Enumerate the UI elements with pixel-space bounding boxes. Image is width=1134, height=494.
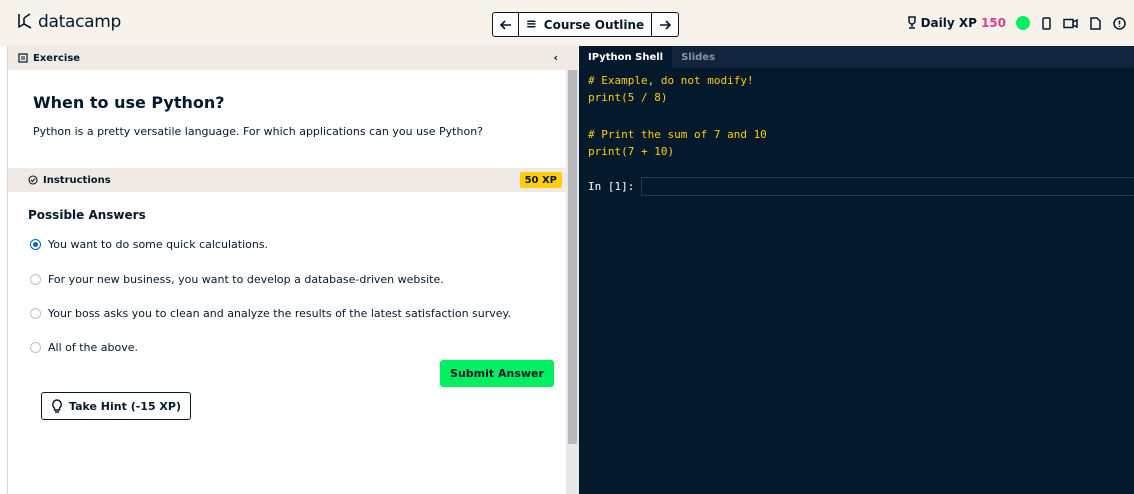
submit-answer-button[interactable]: Submit Answer [440, 360, 554, 387]
check-circle-icon [28, 175, 38, 185]
answer-text: Your boss asks you to clean and analyze … [48, 307, 511, 320]
course-navigation: ≡ Course Outline [492, 12, 679, 37]
code-line: # Print the sum of 7 and 10 [588, 128, 767, 141]
daily-xp-value: 150 [980, 16, 1006, 30]
trophy-icon [907, 16, 916, 29]
datacamp-logo[interactable]: datacamp [16, 12, 121, 32]
answer-option[interactable]: Your boss asks you to clean and analyze … [30, 307, 511, 320]
header-tools: Daily XP 150 [906, 12, 1126, 34]
exercise-description: Python is a pretty versatile language. F… [33, 125, 484, 138]
collapse-panel-icon[interactable]: ‹ [553, 51, 558, 64]
exercise-panel: Exercise ‹ When to use Python? Python is… [7, 46, 579, 494]
answer-text: You want to do some quick calculations. [48, 238, 269, 251]
radio-icon[interactable] [30, 308, 41, 319]
menu-icon: ≡ [525, 17, 537, 32]
slides-button[interactable] [1090, 16, 1101, 30]
xp-badge: 50 XP [519, 172, 562, 188]
answer-option[interactable]: You want to do some quick calculations. [30, 238, 268, 251]
next-exercise-button[interactable] [652, 12, 679, 37]
info-icon [1113, 16, 1126, 30]
video-icon [1063, 18, 1078, 28]
shell-prompt-label: In [1]: [588, 180, 635, 193]
exercise-content: When to use Python? Python is a pretty v… [8, 93, 578, 138]
shell-input[interactable] [641, 177, 1134, 196]
code-line: print(5 / 8) [588, 91, 668, 104]
datacamp-logo-icon [18, 13, 32, 29]
logo-text: datacamp [38, 12, 122, 32]
mobile-icon [1042, 16, 1051, 30]
exercise-label: Exercise [33, 52, 81, 64]
slides-icon [1090, 16, 1101, 30]
instructions-header: Instructions 50 XP [8, 168, 566, 192]
scrollbar-thumb[interactable] [568, 70, 577, 444]
tab-ipython-shell[interactable]: IPython Shell [579, 46, 673, 68]
exercise-icon [18, 53, 28, 63]
possible-answers-title: Possible Answers [28, 208, 146, 222]
code-line: # Example, do not modify! [588, 74, 754, 87]
course-outline-button[interactable]: ≡ Course Outline [519, 12, 652, 37]
previous-exercise-button[interactable] [492, 12, 519, 37]
answer-option[interactable]: For your new business, you want to devel… [30, 273, 444, 286]
arrow-right-icon [660, 19, 671, 30]
answer-option[interactable]: All of the above. [30, 341, 138, 354]
answer-text: All of the above. [48, 341, 139, 354]
mobile-button[interactable] [1042, 16, 1051, 30]
tab-slides[interactable]: Slides [672, 46, 724, 68]
answer-text: For your new business, you want to devel… [48, 273, 444, 286]
panel-scrollbar[interactable] [566, 70, 579, 494]
top-bar: datacamp ≡ Course Outline Daily XP 150 [0, 0, 1134, 46]
course-outline-label: Course Outline [543, 17, 645, 32]
status-indicator [1016, 16, 1030, 30]
shell-tabs: IPython Shell Slides [579, 46, 1134, 68]
daily-xp-label: Daily XP [920, 16, 977, 30]
video-button[interactable] [1063, 18, 1078, 29]
lightbulb-icon [52, 399, 62, 413]
exercise-title: When to use Python? [33, 93, 225, 112]
exercise-header: Exercise ‹ [8, 46, 578, 70]
info-button[interactable] [1113, 16, 1126, 30]
arrow-left-icon [499, 19, 511, 30]
take-hint-button[interactable]: Take Hint (-15 XP) [41, 392, 191, 420]
instructions-label: Instructions [43, 174, 111, 186]
radio-icon[interactable] [30, 274, 41, 285]
code-line: print(7 + 10) [588, 145, 675, 158]
radio-selected-icon[interactable] [30, 239, 41, 250]
radio-icon[interactable] [30, 342, 41, 353]
take-hint-label: Take Hint (-15 XP) [68, 399, 181, 413]
ipython-shell-panel: IPython Shell Slides # Example, do not m… [579, 46, 1134, 494]
